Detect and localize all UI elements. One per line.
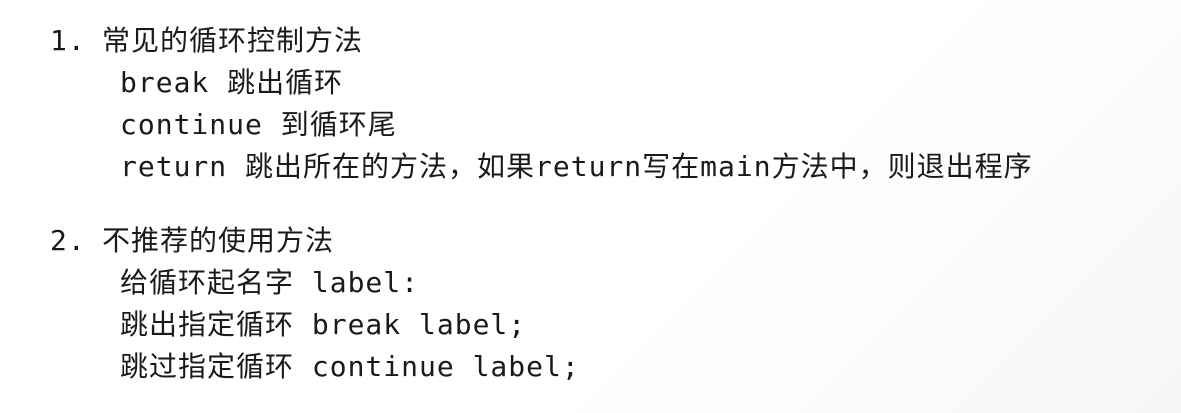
section-heading: 2. 不推荐的使用方法 <box>50 220 580 262</box>
section-title: 常见的循环控制方法 <box>102 24 364 57</box>
section-number: 2. <box>50 224 86 257</box>
section-title: 不推荐的使用方法 <box>102 224 335 257</box>
section-number: 1. <box>50 24 86 57</box>
list-item-continue-label: 跳过指定循环 continue label; <box>120 350 580 383</box>
section-not-recommended: 2. 不推荐的使用方法 给循环起名字 label: 跳出指定循环 break la… <box>50 220 580 388</box>
section-heading: 1. 常见的循环控制方法 <box>50 20 1033 62</box>
list-item-continue: continue 到循环尾 <box>120 108 397 141</box>
list-item-label: 给循环起名字 label: <box>120 266 420 299</box>
list-item-break-label: 跳出指定循环 break label; <box>120 308 527 341</box>
slide: 1. 常见的循环控制方法 break 跳出循环 continue 到循环尾 ret… <box>0 0 1181 413</box>
section-loop-control: 1. 常见的循环控制方法 break 跳出循环 continue 到循环尾 ret… <box>50 20 1033 188</box>
list-item-return: return 跳出所在的方法，如果return写在main方法中，则退出程序 <box>120 150 1033 183</box>
list-item-break: break 跳出循环 <box>120 66 344 99</box>
